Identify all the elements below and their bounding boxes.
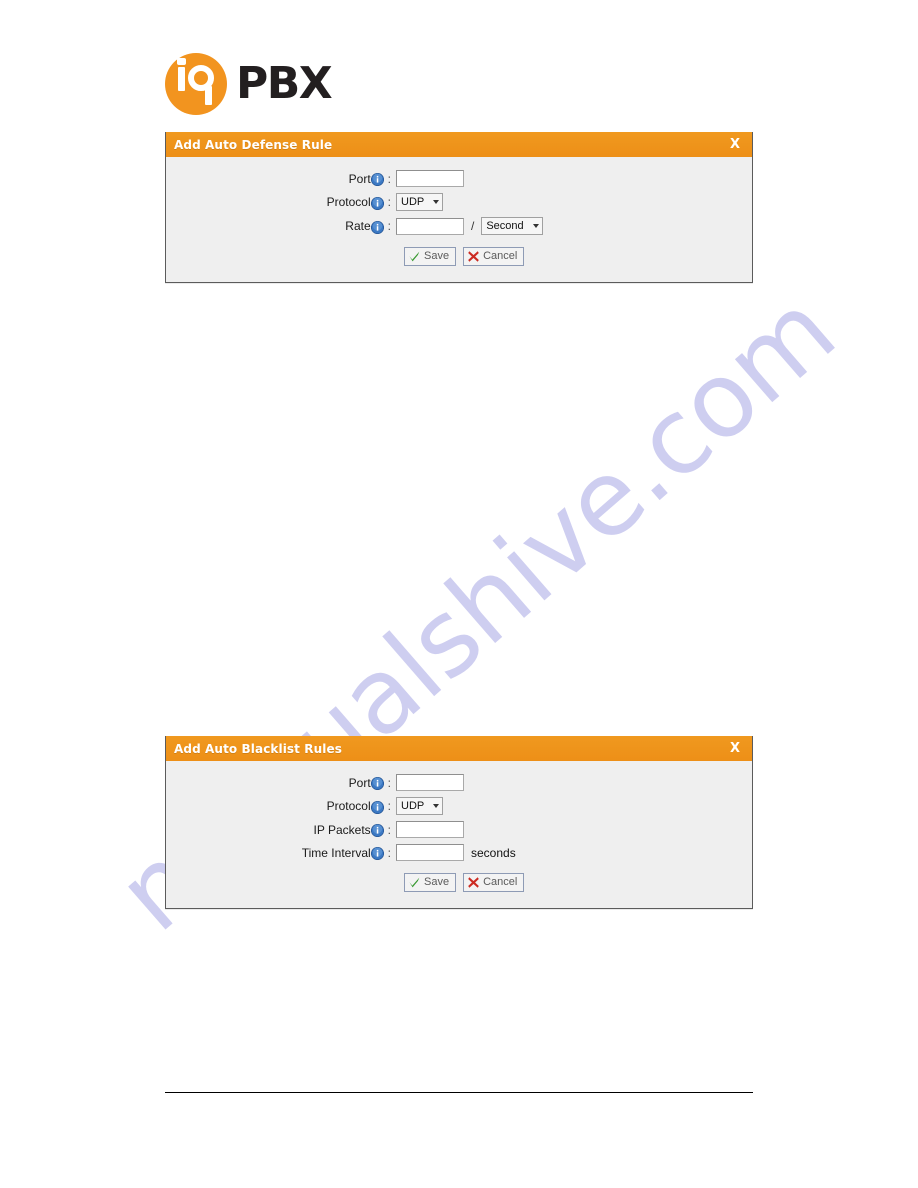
rate-unit-value: Second <box>486 220 524 232</box>
field-cell: / Second <box>396 217 544 235</box>
logo-wordmark: PBX <box>236 58 333 109</box>
panel-body: Port : Protocol : UDP <box>166 157 752 282</box>
panel-header: Add Auto Defense Rule X <box>166 132 752 157</box>
field-label: Protocol <box>326 799 371 813</box>
add-auto-blacklist-rules-panel: Add Auto Blacklist Rules X Port : Protoc… <box>165 736 753 909</box>
logo-mark-iq-icon <box>165 53 227 115</box>
add-auto-defense-rule-panel: Add Auto Defense Rule X Port : Protocol <box>165 132 753 283</box>
footer-divider <box>165 1092 753 1093</box>
label-colon: : <box>387 171 391 186</box>
cancel-button[interactable]: Cancel <box>463 247 525 266</box>
label-cell: Port : <box>166 171 396 187</box>
cancel-button-label: Cancel <box>483 250 518 262</box>
red-x-icon <box>468 251 479 262</box>
form-row-time-interval: Time Interval : seconds <box>166 844 752 861</box>
panel-title: Add Auto Defense Rule <box>174 137 333 152</box>
red-x-icon <box>468 877 479 888</box>
field-label: Port <box>348 171 371 186</box>
chevron-down-icon <box>533 224 540 228</box>
time-interval-unit-label: seconds <box>471 845 516 860</box>
label-colon: : <box>387 845 391 860</box>
field-label: IP Packets <box>313 822 371 837</box>
field-cell: seconds <box>396 844 516 861</box>
label-cell: Time Interval : <box>166 845 396 861</box>
label-colon: : <box>387 219 391 233</box>
chevron-down-icon <box>433 200 439 204</box>
form-row-ip-packets: IP Packets : <box>166 821 752 838</box>
field-cell: UDP <box>396 797 443 815</box>
save-button[interactable]: Save <box>404 247 457 266</box>
label-cell: Protocol : <box>166 195 396 210</box>
info-icon[interactable] <box>370 172 384 187</box>
cancel-button[interactable]: Cancel <box>463 873 525 892</box>
form-row-port: Port : <box>166 774 752 791</box>
save-button[interactable]: Save <box>404 873 457 892</box>
protocol-select[interactable]: UDP <box>396 797 443 815</box>
panel-button-row: Save Cancel <box>166 247 752 266</box>
label-colon: : <box>387 775 391 790</box>
rate-input[interactable] <box>396 217 464 235</box>
field-label: Time Interval <box>301 845 371 860</box>
panel-header: Add Auto Blacklist Rules X <box>166 736 752 761</box>
save-button-label: Save <box>424 250 450 262</box>
rate-unit-select[interactable]: Second <box>481 217 544 235</box>
form-row-protocol: Protocol : UDP <box>166 797 752 815</box>
protocol-select-value: UDP <box>401 196 425 208</box>
label-cell: Protocol : <box>166 799 396 814</box>
info-icon[interactable] <box>370 196 384 210</box>
field-label: Protocol <box>326 195 371 209</box>
time-interval-input[interactable] <box>396 844 464 861</box>
info-icon[interactable] <box>370 823 384 838</box>
iqpbx-logo: PBX <box>165 53 333 115</box>
field-cell <box>396 821 464 838</box>
info-icon[interactable] <box>370 846 384 861</box>
info-icon[interactable] <box>370 800 384 814</box>
ip-packets-input[interactable] <box>396 821 464 838</box>
check-icon <box>409 251 420 262</box>
label-colon: : <box>387 195 391 209</box>
rate-separator: / <box>471 219 475 233</box>
field-label: Rate <box>345 219 371 233</box>
field-cell <box>396 170 464 187</box>
field-cell <box>396 774 464 791</box>
form-row-rate: Rate : / Second <box>166 217 752 235</box>
save-button-label: Save <box>424 876 450 888</box>
port-input[interactable] <box>396 170 464 187</box>
info-icon[interactable] <box>370 776 384 791</box>
field-label: Port <box>348 775 371 790</box>
panel-title: Add Auto Blacklist Rules <box>174 741 342 756</box>
panel-body: Port : Protocol : UDP <box>166 761 752 908</box>
cancel-button-label: Cancel <box>483 876 518 888</box>
field-cell: UDP <box>396 193 443 211</box>
close-icon[interactable]: X <box>727 137 743 152</box>
label-cell: Rate : <box>166 219 396 234</box>
check-icon <box>409 877 420 888</box>
label-colon: : <box>387 799 391 813</box>
form-row-protocol: Protocol : UDP <box>166 193 752 211</box>
close-icon[interactable]: X <box>727 741 743 756</box>
port-input[interactable] <box>396 774 464 791</box>
protocol-select-value: UDP <box>401 800 425 812</box>
label-cell: Port : <box>166 775 396 791</box>
panel-button-row: Save Cancel <box>166 873 752 892</box>
info-icon[interactable] <box>370 220 384 234</box>
label-cell: IP Packets : <box>166 822 396 838</box>
protocol-select[interactable]: UDP <box>396 193 443 211</box>
form-row-port: Port : <box>166 170 752 187</box>
label-colon: : <box>387 822 391 837</box>
chevron-down-icon <box>433 804 439 808</box>
